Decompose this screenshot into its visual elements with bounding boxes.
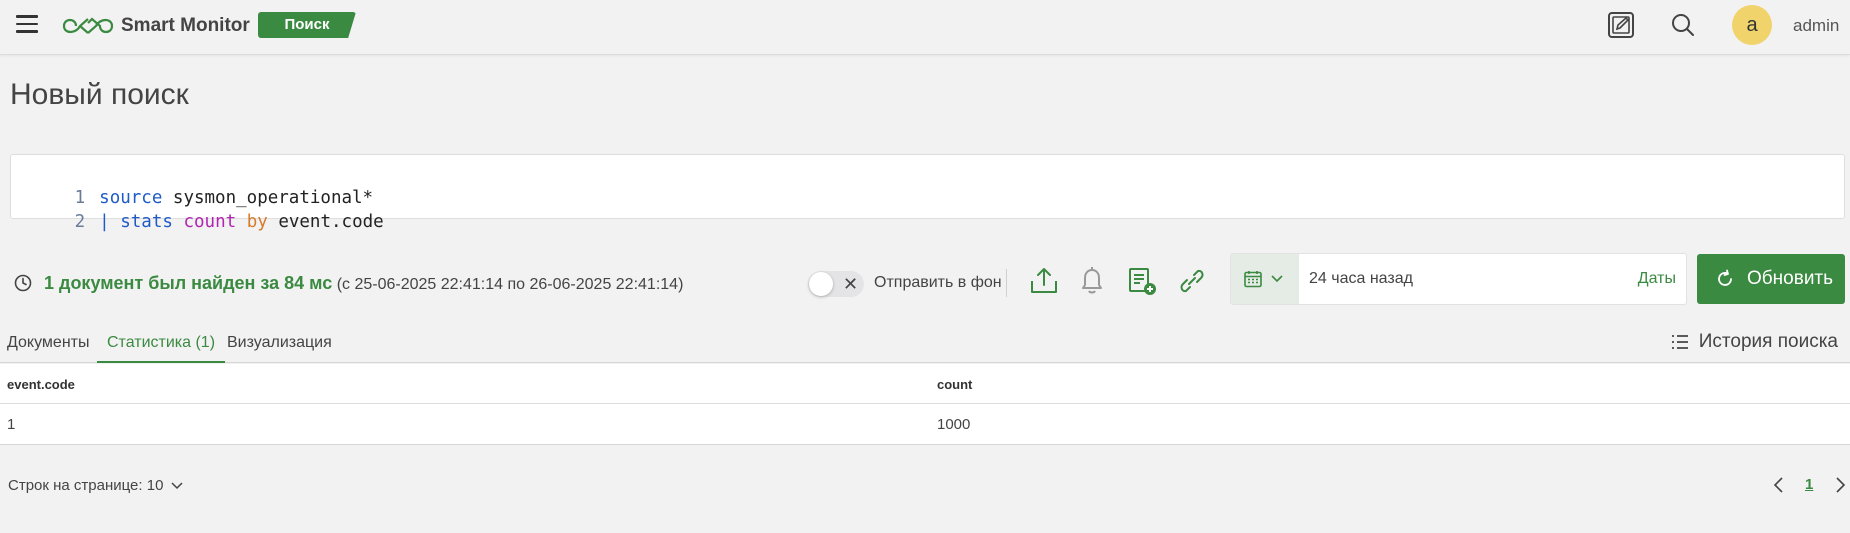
code-token: event.code (267, 212, 384, 232)
refresh-icon (1718, 269, 1732, 286)
query-editor[interactable]: 1 source sysmon_operational* 2 | stats cou… (10, 154, 1845, 232)
code-token: | (99, 212, 121, 232)
send-background-toggle[interactable]: ✕ (808, 271, 864, 297)
column-header-count[interactable]: count (937, 377, 972, 392)
user-name[interactable]: admin (1793, 16, 1839, 36)
export-icon[interactable] (1026, 263, 1062, 299)
code-token: stats (120, 212, 173, 232)
result-summary: 1 документ был найден за 84 мс (с 25-06-… (44, 273, 683, 294)
logo-icon (62, 17, 114, 34)
tab-documents[interactable]: Документы (7, 334, 89, 363)
add-report-icon[interactable] (1124, 263, 1160, 299)
found-count: 1 документ был найден за 84 мс (44, 273, 333, 293)
table-header: event.code count (0, 364, 1850, 404)
calendar-button[interactable] (1231, 254, 1299, 304)
line-number: 2 (74, 212, 86, 232)
column-header-event-code[interactable]: event.code (7, 377, 75, 392)
menu-icon[interactable] (16, 15, 38, 33)
rows-per-page-label: Строк на странице: 10 (8, 477, 164, 494)
calendar-icon (1244, 271, 1262, 288)
bell-icon[interactable] (1074, 263, 1110, 299)
time-range-text: (с 25-06-2025 22:41:14 по 26-06-2025 22:… (332, 276, 684, 293)
clock-icon (14, 274, 32, 292)
chevron-down-icon (1271, 275, 1283, 283)
page-title: Новый поиск (10, 78, 189, 111)
editor-line: 1 source sysmon_operational* (11, 162, 373, 208)
chevron-left-icon[interactable] (1772, 476, 1786, 494)
search-icon[interactable] (1668, 10, 1698, 40)
dates-link[interactable]: Даты (1638, 270, 1676, 288)
avatar[interactable]: a (1732, 5, 1772, 45)
table-cell: 1000 (937, 416, 971, 433)
toggle-knob (809, 272, 833, 296)
editor-line: 2 | stats count by event.code (11, 186, 384, 232)
close-icon: ✕ (843, 274, 859, 294)
result-tabs: Документы Статистика (1) Визуализация Ис… (0, 330, 1850, 363)
stats-table: event.code count 1 1000 (0, 364, 1850, 445)
page-number[interactable]: 1 (1805, 476, 1813, 493)
mode-badge[interactable]: Поиск (258, 12, 356, 38)
divider (1006, 269, 1007, 297)
table-row: 1 1000 (0, 404, 1850, 444)
rows-per-page-select[interactable]: Строк на странице: 10 (8, 477, 183, 494)
search-history-button[interactable]: История поиска (1671, 331, 1838, 353)
top-bar: Smart Monitor Поиск a admin (0, 0, 1850, 55)
send-background-label: Отправить в фон (874, 274, 1002, 291)
list-icon (1671, 335, 1688, 349)
code-token: count (183, 212, 237, 232)
notes-icon[interactable] (1606, 10, 1636, 40)
code-token: by (246, 212, 268, 232)
tab-statistics[interactable]: Статистика (1) (97, 334, 226, 363)
tab-visualization[interactable]: Визуализация (227, 334, 332, 363)
time-range-value: 24 часа назад (1309, 270, 1413, 287)
refresh-button[interactable]: Обновить (1697, 254, 1845, 304)
refresh-label: Обновить (1747, 268, 1834, 289)
time-range-picker[interactable]: 24 часа назад Даты (1230, 253, 1687, 305)
chevron-right-icon[interactable] (1833, 476, 1847, 494)
chevron-down-icon (171, 482, 183, 490)
table-cell: 1 (7, 416, 16, 433)
search-history-label: История поиска (1698, 331, 1838, 352)
link-icon[interactable] (1174, 263, 1210, 299)
app-name: Smart Monitor (121, 15, 250, 36)
